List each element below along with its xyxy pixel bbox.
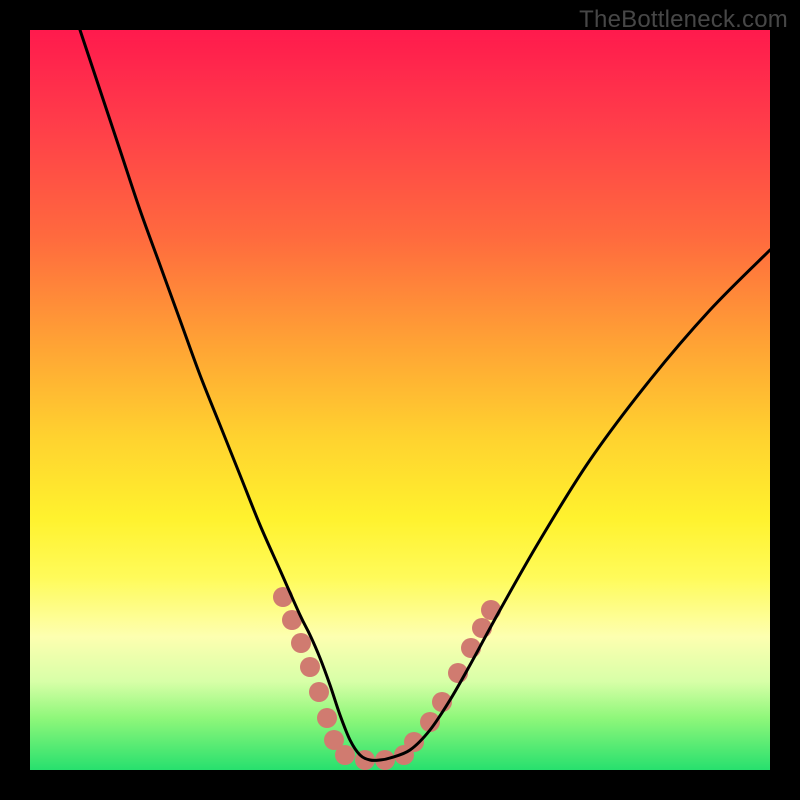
- marker-dot: [335, 745, 355, 765]
- marker-dot: [291, 633, 311, 653]
- marker-band: [273, 587, 501, 770]
- watermark-text: TheBottleneck.com: [579, 6, 788, 34]
- gradient-plot-area: [30, 30, 770, 770]
- bottleneck-curve: [80, 30, 770, 760]
- curve-svg: [30, 30, 770, 770]
- marker-dot: [317, 708, 337, 728]
- marker-dot: [481, 600, 501, 620]
- marker-dot: [300, 657, 320, 677]
- marker-dot: [309, 682, 329, 702]
